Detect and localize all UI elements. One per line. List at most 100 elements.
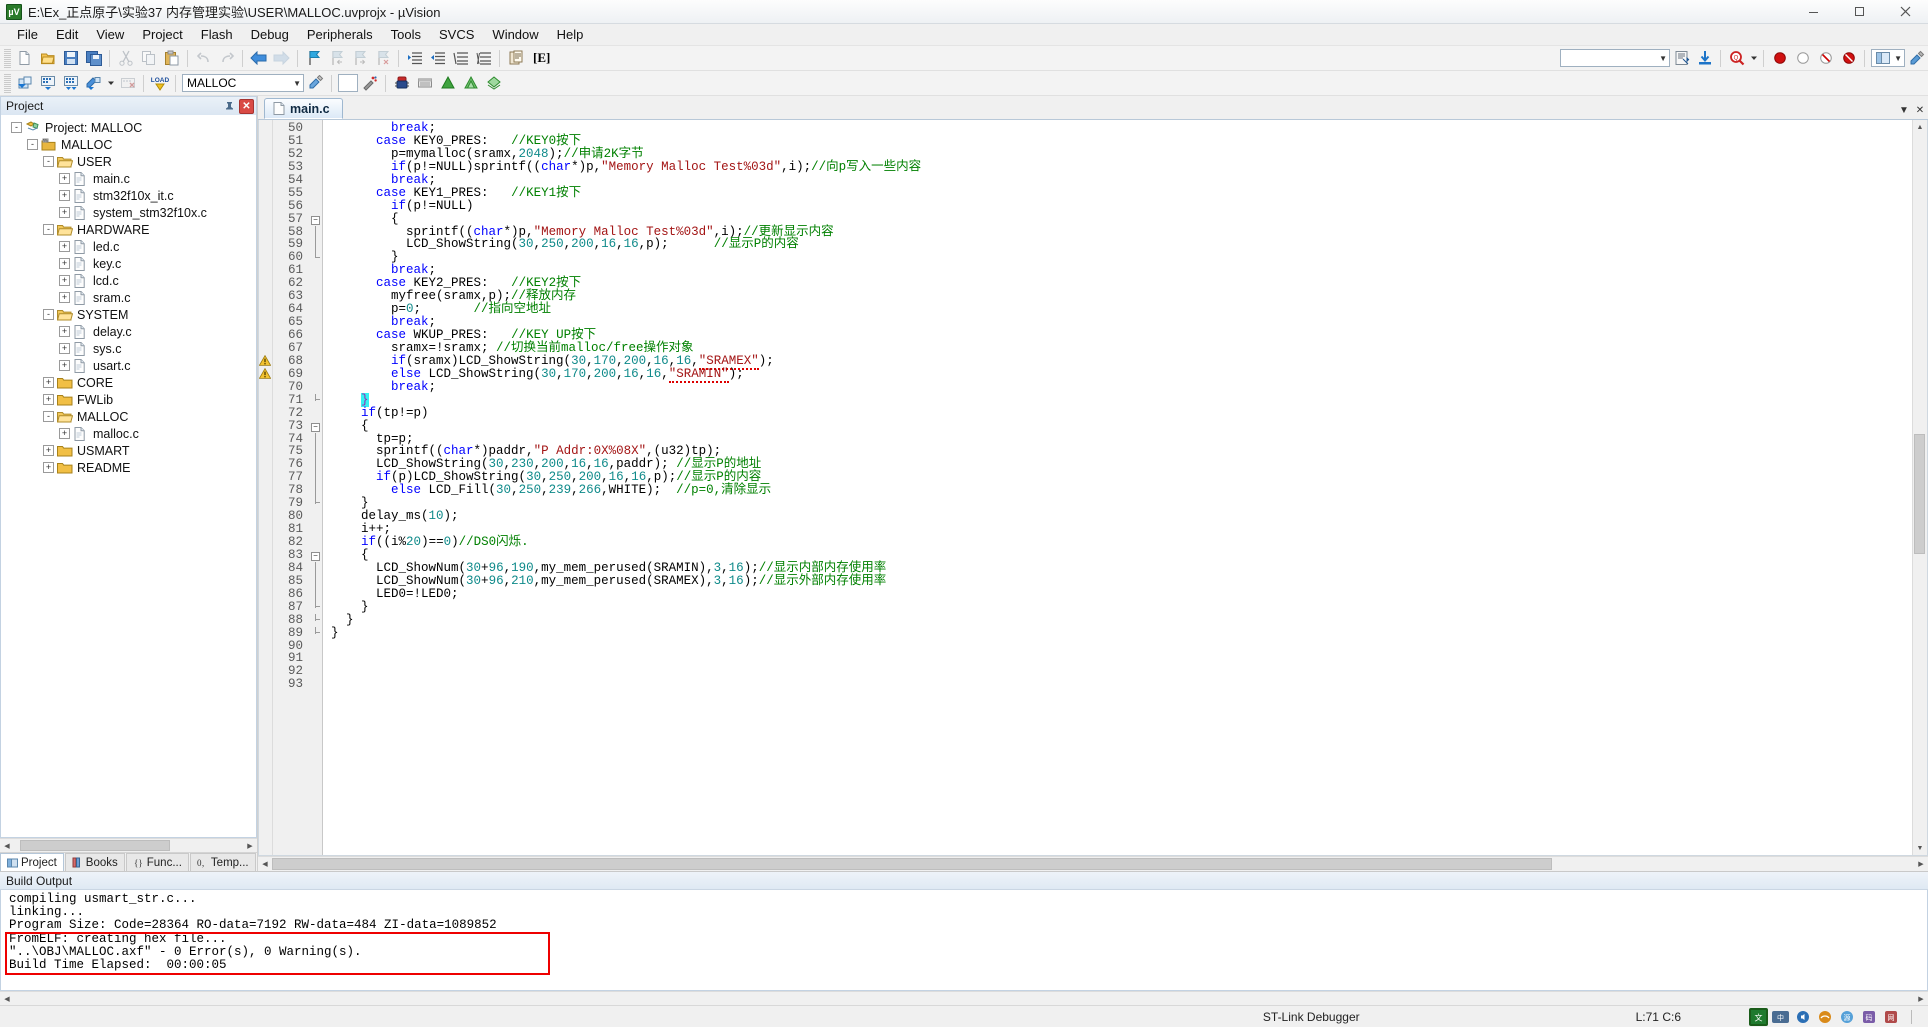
marker-slot[interactable] bbox=[259, 536, 272, 549]
expand-toggle-icon[interactable]: + bbox=[59, 275, 70, 286]
auto-hide-pin-icon[interactable] bbox=[222, 99, 237, 114]
fold-collapse-icon[interactable]: − bbox=[309, 549, 322, 562]
code-line[interactable]: LCD_ShowString(30,250,200,16,16,p); //显示… bbox=[331, 238, 1912, 251]
tree-item-fwlib[interactable]: + FWLib bbox=[1, 391, 256, 408]
menu-window[interactable]: Window bbox=[483, 25, 547, 44]
expand-toggle-icon[interactable]: + bbox=[43, 394, 54, 405]
insert-expression-label[interactable]: [E] bbox=[527, 50, 556, 66]
code-line[interactable]: } bbox=[331, 600, 1912, 614]
code-line[interactable]: p=0; //指向空地址 bbox=[331, 303, 1912, 316]
menu-help[interactable]: Help bbox=[548, 25, 593, 44]
open-file-icon[interactable] bbox=[36, 47, 59, 69]
tree-item-readme[interactable]: + README bbox=[1, 459, 256, 476]
bookmark-clear-icon[interactable] bbox=[371, 47, 394, 69]
editor-vscrollbar[interactable]: ▲ ▼ bbox=[1912, 120, 1927, 855]
marker-slot[interactable] bbox=[259, 226, 272, 239]
marker-slot[interactable] bbox=[259, 510, 272, 523]
project-tree[interactable]: - Project: MALLOC - MALLOC - USER + main.c + stm3… bbox=[0, 115, 257, 838]
menu-file[interactable]: File bbox=[8, 25, 47, 44]
marker-slot[interactable] bbox=[259, 445, 272, 458]
project-tree-hscrollbar[interactable]: ◀ ▶ bbox=[0, 838, 257, 852]
fold-collapse-icon[interactable]: − bbox=[309, 213, 322, 226]
disable-breakpoint-icon[interactable] bbox=[1791, 47, 1814, 69]
marker-slot[interactable] bbox=[259, 277, 272, 290]
expand-toggle-icon[interactable]: + bbox=[59, 360, 70, 371]
collapse-toggle-icon[interactable]: - bbox=[43, 411, 54, 422]
build-icon[interactable] bbox=[36, 72, 59, 94]
collapse-toggle-icon[interactable]: - bbox=[27, 139, 38, 150]
expand-toggle-icon[interactable]: + bbox=[59, 292, 70, 303]
expand-toggle-icon[interactable]: + bbox=[59, 343, 70, 354]
indent-icon[interactable] bbox=[403, 47, 426, 69]
outdent-icon[interactable] bbox=[426, 47, 449, 69]
batch-build-icon[interactable] bbox=[82, 72, 105, 94]
code-line[interactable]: case KEY1_PRES: //KEY1按下 bbox=[331, 186, 1912, 200]
code-line[interactable] bbox=[331, 665, 1912, 678]
window-layout-select[interactable]: ▼ bbox=[1871, 49, 1905, 67]
tree-item-lcd-c[interactable]: + lcd.c bbox=[1, 272, 256, 289]
marker-slot[interactable] bbox=[259, 652, 272, 665]
hscroll-track[interactable] bbox=[14, 839, 243, 852]
menu-svcs[interactable]: SVCS bbox=[430, 25, 483, 44]
layers-icon[interactable] bbox=[482, 72, 505, 94]
batch-build-dropdown-icon[interactable] bbox=[105, 72, 116, 94]
marker-slot[interactable] bbox=[259, 316, 272, 329]
editor-hscroll-thumb[interactable] bbox=[272, 857, 1552, 870]
tree-item-sram-c[interactable]: + sram.c bbox=[1, 289, 256, 306]
uncomment-icon[interactable] bbox=[472, 47, 495, 69]
collapse-toggle-icon[interactable]: - bbox=[11, 122, 22, 133]
magnifier-dropdown-icon[interactable] bbox=[1748, 47, 1759, 69]
marker-slot[interactable] bbox=[259, 433, 272, 446]
expand-toggle-icon[interactable]: + bbox=[59, 326, 70, 337]
volume-icon[interactable] bbox=[1793, 1008, 1812, 1026]
cut-icon[interactable] bbox=[114, 47, 137, 69]
maximize-button[interactable] bbox=[1836, 0, 1882, 24]
marker-slot[interactable] bbox=[259, 471, 272, 484]
marker-gutter[interactable] bbox=[259, 120, 273, 855]
tree-item-project-malloc[interactable]: - Project: MALLOC bbox=[1, 119, 256, 136]
marker-slot[interactable] bbox=[259, 627, 272, 640]
collapse-toggle-icon[interactable]: - bbox=[43, 309, 54, 320]
ime-icon[interactable]: 文 bbox=[1749, 1007, 1768, 1026]
marker-slot[interactable] bbox=[259, 213, 272, 226]
kill-breakpoints-icon[interactable] bbox=[1814, 47, 1837, 69]
marker-slot[interactable] bbox=[259, 640, 272, 653]
marker-slot[interactable] bbox=[259, 238, 272, 251]
build-output-hscrollbar[interactable]: ◀ ▶ bbox=[0, 991, 1928, 1005]
tree-item-main-c[interactable]: + main.c bbox=[1, 170, 256, 187]
code-line[interactable]: } bbox=[331, 251, 1912, 264]
bookmark-red-icon[interactable] bbox=[1837, 47, 1860, 69]
code-line[interactable] bbox=[331, 678, 1912, 691]
navigate-forward-icon[interactable] bbox=[270, 47, 293, 69]
tree-item-user[interactable]: - USER bbox=[1, 153, 256, 170]
comment-icon[interactable] bbox=[449, 47, 472, 69]
marker-slot[interactable] bbox=[259, 342, 272, 355]
marker-slot[interactable] bbox=[259, 122, 272, 135]
collapse-toggle-icon[interactable]: - bbox=[43, 224, 54, 235]
rebuild-icon[interactable] bbox=[59, 72, 82, 94]
expand-toggle-icon[interactable]: + bbox=[59, 241, 70, 252]
marker-slot[interactable] bbox=[259, 329, 272, 342]
close-document-icon[interactable]: ✕ bbox=[1912, 101, 1928, 119]
build-hscroll-track[interactable] bbox=[14, 992, 1914, 1005]
scroll-left-icon[interactable]: ◀ bbox=[258, 857, 272, 871]
debug-settings-icon[interactable] bbox=[1670, 47, 1693, 69]
marker-slot[interactable] bbox=[259, 394, 272, 407]
magnifier-icon[interactable]: Q bbox=[1725, 47, 1748, 69]
code-line[interactable]: if(p!=NULL) bbox=[331, 199, 1912, 213]
scroll-left-icon[interactable]: ◀ bbox=[0, 992, 14, 1005]
toolbar-combo[interactable]: ▼ bbox=[1560, 49, 1670, 67]
config-wizard-icon[interactable] bbox=[1905, 47, 1928, 69]
code-line[interactable]: if((i%20)==0)//DS0闪烁. bbox=[331, 536, 1912, 549]
marker-slot[interactable] bbox=[259, 200, 272, 213]
code-line[interactable]: i++; bbox=[331, 523, 1912, 536]
document-tab-main-c[interactable]: main.c bbox=[264, 98, 343, 119]
hscroll-thumb[interactable] bbox=[20, 840, 170, 851]
new-file-icon[interactable] bbox=[13, 47, 36, 69]
tree-item-core[interactable]: + CORE bbox=[1, 374, 256, 391]
tree-item-usart-c[interactable]: + usart.c bbox=[1, 357, 256, 374]
manage-runtime-icon[interactable] bbox=[358, 72, 381, 94]
save-all-icon[interactable] bbox=[82, 47, 105, 69]
menu-project[interactable]: Project bbox=[133, 25, 191, 44]
bookmark-toggle-icon[interactable] bbox=[302, 47, 325, 69]
